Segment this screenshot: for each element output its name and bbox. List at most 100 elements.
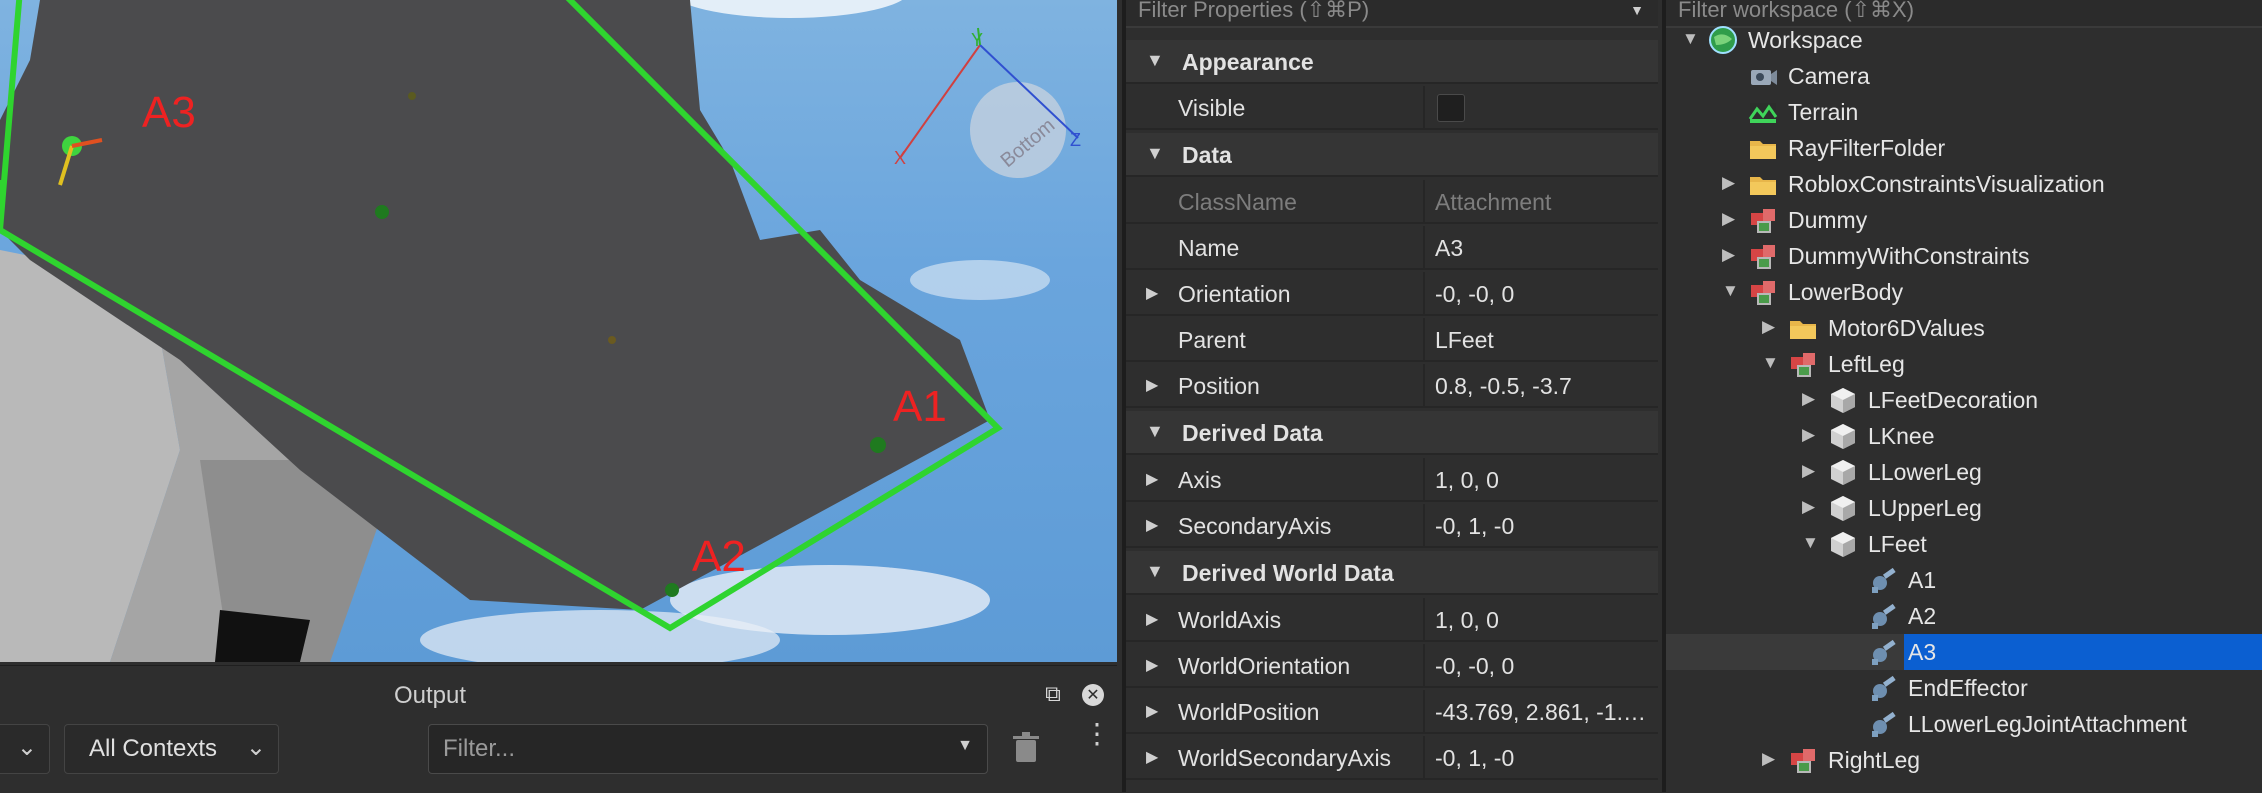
prop-world-axis[interactable]: ▶ WorldAxis 1, 0, 0: [1126, 598, 1658, 642]
tree-item-workspace[interactable]: ▼ Workspace: [1666, 22, 2262, 58]
expand-triangle-icon[interactable]: ▶: [1146, 747, 1158, 767]
expand-triangle-icon[interactable]: ▶: [1722, 209, 1735, 229]
section-data[interactable]: ▼ Data: [1126, 133, 1658, 177]
expand-triangle-icon[interactable]: ▶: [1722, 173, 1735, 193]
prop-visible: Visible: [1126, 86, 1658, 130]
section-derived-data[interactable]: ▼ Derived Data: [1126, 411, 1658, 455]
collapse-triangle-icon[interactable]: ▼: [1682, 29, 1699, 49]
collapse-triangle-icon[interactable]: ▼: [1762, 353, 1779, 373]
tree-item-label: A2: [1908, 603, 1937, 629]
tree-item-label: LFeetDecoration: [1868, 387, 2039, 413]
model-icon: [1748, 205, 1778, 235]
prop-secondary-axis[interactable]: ▶ SecondaryAxis -0, 1, -0: [1126, 504, 1658, 548]
secondary-axis-value-field[interactable]: -0, 1, -0: [1423, 504, 1658, 546]
expand-triangle-icon[interactable]: ▶: [1146, 609, 1158, 629]
parent-value-field[interactable]: LFeet: [1423, 318, 1658, 360]
prop-orientation[interactable]: ▶ Orientation -0, -0, 0: [1126, 272, 1658, 316]
collapse-triangle-icon[interactable]: ▼: [1802, 533, 1819, 553]
expand-triangle-icon[interactable]: ▶: [1146, 515, 1158, 535]
position-value-field[interactable]: 0.8, -0.5, -3.7: [1423, 364, 1658, 406]
expand-triangle-icon[interactable]: ▶: [1802, 497, 1815, 517]
tree-item-label: RightLeg: [1828, 747, 1921, 773]
world-axis-value-field[interactable]: 1, 0, 0: [1423, 598, 1658, 640]
tree-item-terrain[interactable]: Terrain: [1666, 94, 2262, 130]
context-dropdown[interactable]: All Contexts ⌄: [64, 724, 279, 774]
prop-world-orientation[interactable]: ▶ WorldOrientation -0, -0, 0: [1126, 644, 1658, 688]
attachment-icon: [1868, 637, 1898, 667]
tree-item-label: LUpperLeg: [1868, 495, 1982, 521]
part-icon: [1828, 529, 1858, 559]
section-appearance[interactable]: ▼ Appearance: [1126, 40, 1658, 84]
tree-item-a3[interactable]: A3: [1666, 634, 2262, 670]
prop-parent[interactable]: Parent LFeet: [1126, 318, 1658, 362]
caret-down-icon: ▼: [957, 737, 973, 754]
expand-triangle-icon[interactable]: ▶: [1802, 389, 1815, 409]
world-orientation-value-field[interactable]: -0, -0, 0: [1423, 644, 1658, 686]
expand-triangle-icon[interactable]: ▶: [1762, 317, 1775, 337]
tree-item-lowerbody[interactable]: ▼ LowerBody: [1666, 274, 2262, 310]
tree-item-label: Dummy: [1788, 207, 1868, 233]
tree-item-label: LKnee: [1868, 423, 1935, 449]
expand-triangle-icon[interactable]: ▶: [1802, 461, 1815, 481]
tree-item-lknee[interactable]: ▶ LKnee: [1666, 418, 2262, 454]
tree-item-llowerlegjointattachment[interactable]: LLowerLegJointAttachment: [1666, 706, 2262, 742]
tree-item-motor6dvalues[interactable]: ▶ Motor6DValues: [1666, 310, 2262, 346]
3d-viewport[interactable]: Y X Z Bottom A3 A1 A2: [0, 0, 1117, 662]
more-options-icon[interactable]: ⋮: [1083, 720, 1111, 748]
tree-item-label: Workspace: [1748, 27, 1863, 53]
expand-triangle-icon[interactable]: ▶: [1802, 425, 1815, 445]
tree-item-lupperleg[interactable]: ▶ LUpperLeg: [1666, 490, 2262, 526]
expand-triangle-icon[interactable]: ▶: [1146, 701, 1158, 721]
tree-item-label: EndEffector: [1908, 675, 2028, 701]
expand-triangle-icon[interactable]: ▶: [1146, 375, 1158, 395]
tree-item-endeffector[interactable]: EndEffector: [1666, 670, 2262, 706]
tree-item-label: RayFilterFolder: [1788, 135, 1946, 161]
tree-item-lfeet[interactable]: ▼ LFeet: [1666, 526, 2262, 562]
part-icon: [1828, 385, 1858, 415]
prop-position[interactable]: ▶ Position 0.8, -0.5, -3.7: [1126, 364, 1658, 408]
collapse-triangle-icon: ▼: [1146, 421, 1164, 441]
expand-triangle-icon[interactable]: ▶: [1146, 283, 1158, 303]
folder-icon: [1748, 169, 1778, 199]
model-icon: [1788, 349, 1818, 379]
undock-icon[interactable]: ⧉: [1042, 684, 1064, 706]
axis-value-field[interactable]: 1, 0, 0: [1423, 458, 1658, 500]
orientation-value-field[interactable]: -0, -0, 0: [1423, 272, 1658, 314]
tree-item-lfeetdecoration[interactable]: ▶ LFeetDecoration: [1666, 382, 2262, 418]
tree-item-robloxconstraintsvisualization[interactable]: ▶ RobloxConstraintsVisualization: [1666, 166, 2262, 202]
prop-axis[interactable]: ▶ Axis 1, 0, 0: [1126, 458, 1658, 502]
tree-item-label: Camera: [1788, 63, 1870, 89]
tree-item-a2[interactable]: A2: [1666, 598, 2262, 634]
section-derived-world-data[interactable]: ▼ Derived World Data: [1126, 551, 1658, 595]
tree-item-rayfilterfolder[interactable]: RayFilterFolder: [1666, 130, 2262, 166]
tree-item-rightleg[interactable]: ▶ RightLeg: [1666, 742, 2262, 778]
tree-item-llowerleg[interactable]: ▶ LLowerLeg: [1666, 454, 2262, 490]
part-icon: [1828, 457, 1858, 487]
expand-triangle-icon[interactable]: ▶: [1762, 749, 1775, 769]
explorer-panel: Filter workspace (⇧⌘X) ▼ Workspace Camera T…: [1662, 0, 2262, 792]
prop-classname: ClassName Attachment: [1126, 180, 1658, 224]
properties-filter-input[interactable]: Filter Properties (⇧⌘P) ▼: [1126, 0, 1658, 28]
tree-item-leftleg[interactable]: ▼ LeftLeg: [1666, 346, 2262, 382]
visible-checkbox[interactable]: [1437, 94, 1465, 122]
tree-item-dummy[interactable]: ▶ Dummy: [1666, 202, 2262, 238]
tree-item-dummywithconstraints[interactable]: ▶ DummyWithConstraints: [1666, 238, 2262, 274]
expand-triangle-icon[interactable]: ▶: [1146, 469, 1158, 489]
label-a3: A3: [142, 88, 196, 137]
name-value-field[interactable]: A3: [1423, 226, 1658, 268]
tree-item-a1[interactable]: A1: [1666, 562, 2262, 598]
folder-icon: [1748, 133, 1778, 163]
expand-triangle-icon[interactable]: ▶: [1722, 245, 1735, 265]
close-icon[interactable]: ✕: [1082, 684, 1104, 706]
prop-world-position[interactable]: ▶ WorldPosition -43.769, 2.861, -1.8…: [1126, 690, 1658, 734]
message-level-dropdown[interactable]: ⌄: [0, 724, 50, 774]
prop-world-secondary-axis[interactable]: ▶ WorldSecondaryAxis -0, 1, -0: [1126, 736, 1658, 780]
trash-icon[interactable]: [1012, 732, 1040, 764]
prop-name[interactable]: Name A3: [1126, 226, 1658, 270]
world-secondary-axis-value-field[interactable]: -0, 1, -0: [1423, 736, 1658, 778]
world-position-value-field[interactable]: -43.769, 2.861, -1.8…: [1423, 690, 1658, 732]
collapse-triangle-icon[interactable]: ▼: [1722, 281, 1739, 301]
tree-item-camera[interactable]: Camera: [1666, 58, 2262, 94]
expand-triangle-icon[interactable]: ▶: [1146, 655, 1158, 675]
output-filter-input[interactable]: Filter... ▼: [428, 724, 988, 774]
